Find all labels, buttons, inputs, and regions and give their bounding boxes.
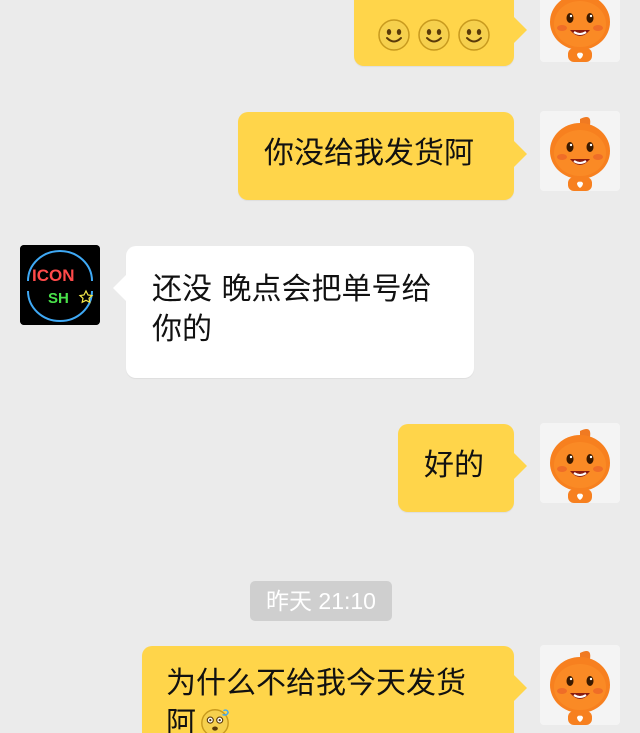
message-text-line-2: 阿	[166, 704, 490, 733]
contact-avatar[interactable]: ICON SH	[20, 245, 100, 325]
orange-mascot-avatar-icon	[540, 0, 620, 62]
message-text-line: 你的	[152, 312, 212, 347]
message-text: 好的	[424, 448, 484, 483]
my-avatar[interactable]	[540, 0, 620, 62]
orange-mascot-avatar-icon	[540, 111, 620, 191]
svg-text:SH: SH	[48, 290, 69, 307]
message-text-line: 还没 晚点会把单号给	[152, 272, 432, 307]
message-text-line: 为什么不给我今天发货	[166, 666, 466, 701]
my-avatar[interactable]	[540, 423, 620, 503]
message-bubble[interactable]: 你没给我发货阿	[238, 112, 527, 200]
message-bubble[interactable]: 好的	[398, 424, 527, 512]
timestamp: 昨天 21:10	[250, 581, 392, 621]
smile-emoji-icon	[418, 19, 450, 51]
orange-mascot-avatar-icon	[540, 423, 620, 503]
message-text-line: 阿	[166, 706, 196, 733]
smile-emoji-icon	[378, 19, 410, 51]
chat-view: 你没给我发货阿 ICON SH 还没 晚点会把单号给 你的 好的 昨天 21:1…	[0, 0, 640, 733]
message-bubble[interactable]: 还没 晚点会把单号给 你的	[113, 246, 474, 378]
dizzy-emoji-icon	[201, 709, 229, 733]
icon-shop-logo-icon: ICON SH	[20, 245, 100, 325]
message-text: 你没给我发货阿	[264, 136, 474, 171]
smile-emoji-icon	[458, 19, 490, 51]
message-bubble-emoji[interactable]	[354, 0, 527, 66]
message-bubble[interactable]: 为什么不给我今天发货 阿	[142, 646, 527, 733]
my-avatar[interactable]	[540, 111, 620, 191]
orange-mascot-avatar-icon	[540, 645, 620, 725]
svg-text:ICON: ICON	[32, 266, 75, 285]
my-avatar[interactable]	[540, 645, 620, 725]
